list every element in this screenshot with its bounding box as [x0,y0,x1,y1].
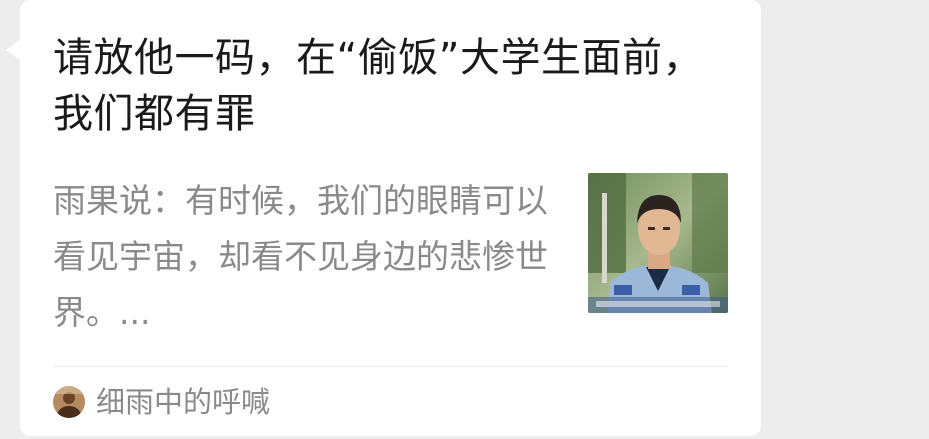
source-name[interactable]: 细雨中的呼喊 [96,381,270,423]
article-thumbnail[interactable] [588,173,728,313]
account-avatar-icon [53,386,85,418]
article-summary: 雨果说：有时候，我们的眼睛可以看见宇宙，却看不见身边的悲惨世界。... [53,181,548,332]
divider [53,366,728,367]
article-title[interactable]: 请放他一码，在“偷饭”大学生面前，我们都有罪 [53,30,713,142]
bubble-tail [6,40,20,60]
source-avatar-icon[interactable] [53,386,85,418]
article-card[interactable]: 请放他一码，在“偷饭”大学生面前，我们都有罪 雨果说：有时候，我们的眼睛可以看见… [20,0,761,436]
police-officer-photo [588,173,728,313]
